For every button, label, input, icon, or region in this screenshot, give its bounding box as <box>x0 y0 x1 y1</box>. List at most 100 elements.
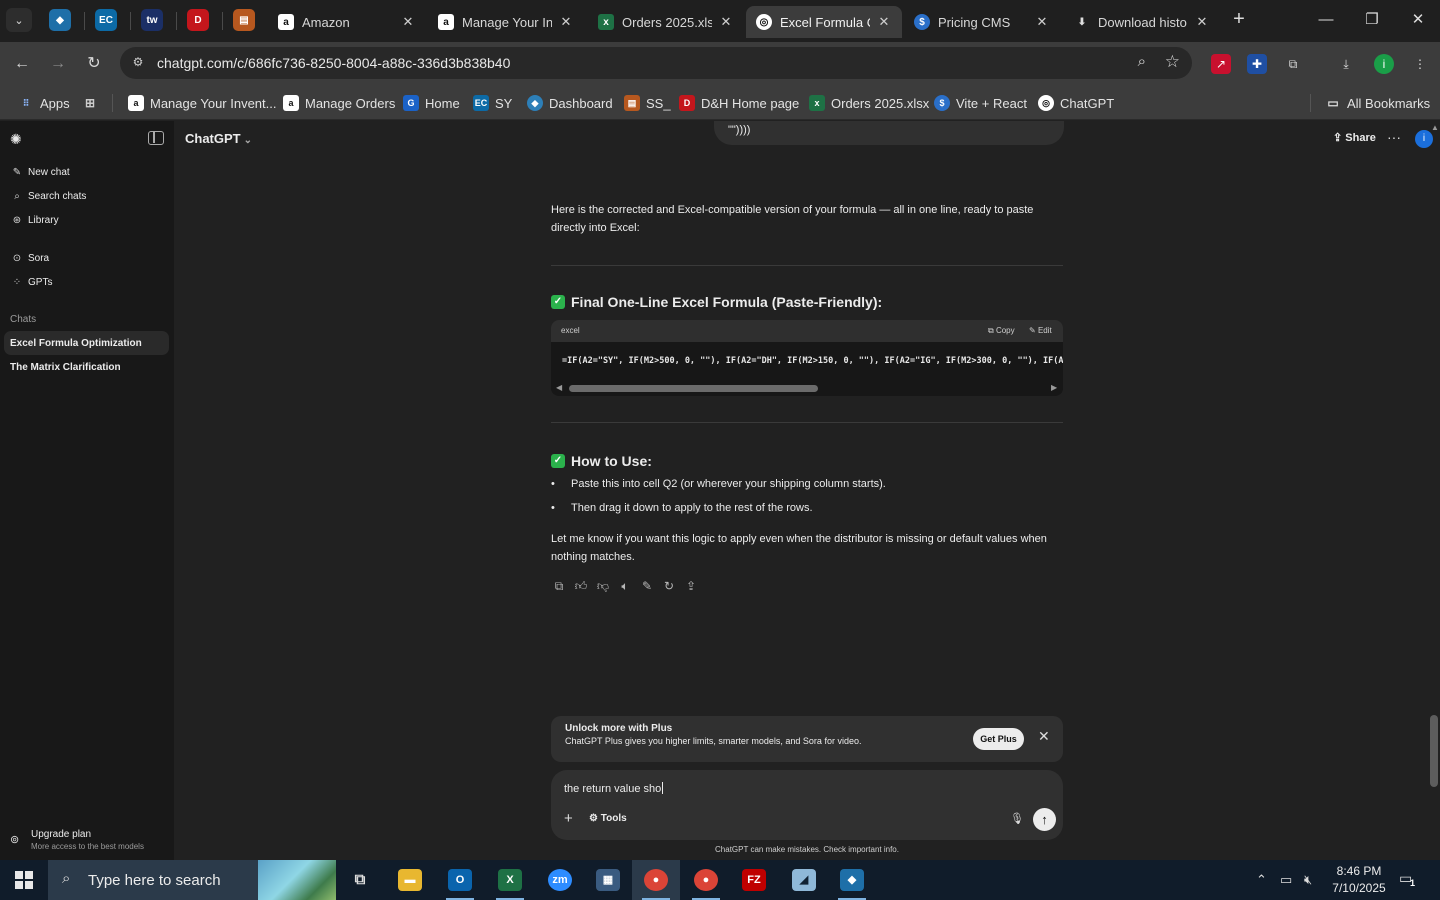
send-button[interactable]: ↑ <box>1033 808 1056 831</box>
regenerate-icon[interactable]: ↻ <box>662 579 676 594</box>
bookmark-star-icon[interactable]: ☆ <box>1165 52 1180 72</box>
avatar[interactable]: i <box>1415 130 1433 148</box>
tab-download-history[interactable]: ⬇ Download histo ✕ <box>1064 6 1220 38</box>
site-info-icon[interactable]: ⚙ <box>130 55 146 71</box>
back-button[interactable]: ← <box>8 50 36 78</box>
all-bookmarks[interactable]: ▭ All Bookmarks <box>1325 93 1430 113</box>
close-icon[interactable]: ✕ <box>400 14 416 30</box>
taskbar-outlook[interactable]: O <box>436 860 484 900</box>
bookmark-dashboard[interactable]: ◆ Dashboard <box>527 93 613 113</box>
bookmark-chatgpt[interactable]: ◎ ChatGPT <box>1038 93 1114 113</box>
tab-pricing-cms[interactable]: $ Pricing CMS ✕ <box>904 6 1060 38</box>
extension-acrobat-icon[interactable]: ↗ <box>1211 54 1231 74</box>
network-icon[interactable]: ▭ <box>1280 872 1292 888</box>
thumbs-up-icon[interactable]: 👍︎ <box>574 579 588 594</box>
new-tab-button[interactable]: + <box>1228 9 1250 31</box>
copy-code-button[interactable]: ⧉ Copy <box>988 326 1015 336</box>
tab-search-button[interactable]: ⌄ <box>6 8 32 32</box>
read-aloud-icon[interactable]: 🔈︎ <box>618 579 632 594</box>
prompt-text[interactable]: the return value sho <box>564 783 661 795</box>
show-hidden-icons[interactable]: ⌃ <box>1256 872 1267 888</box>
zoom-icon[interactable]: ⌕ <box>1138 53 1146 70</box>
share-icon[interactable]: ⇪ <box>684 579 698 594</box>
close-icon[interactable]: ✕ <box>718 14 734 30</box>
taskbar-search[interactable]: ⌕ Type here to search <box>48 860 336 900</box>
extensions-puzzle-icon[interactable]: ⧉ <box>1283 54 1303 74</box>
scroll-right-arrow[interactable]: ▶ <box>1051 383 1057 392</box>
task-view-button[interactable]: ⧉ <box>336 860 384 900</box>
url-text[interactable]: chatgpt.com/c/686fc736-8250-8004-a88c-33… <box>157 55 510 71</box>
close-icon[interactable]: ✕ <box>1194 14 1210 30</box>
add-attachment-icon[interactable]: + <box>564 810 573 827</box>
scroll-up-arrow[interactable]: ▲ <box>1431 123 1439 132</box>
tab-manage-inventory[interactable]: a Manage Your In ✕ <box>428 6 584 38</box>
close-window-button[interactable]: ✕ <box>1398 6 1438 34</box>
close-icon[interactable]: ✕ <box>876 14 892 30</box>
bookmark-tab-groups[interactable]: ⊞ <box>82 93 104 113</box>
minimize-button[interactable]: — <box>1306 6 1346 34</box>
extension-icon[interactable]: ✚ <box>1247 54 1267 74</box>
pinned-tab-ecommerce[interactable]: EC <box>95 9 117 31</box>
taskbar-file-explorer[interactable]: ▬ <box>386 860 434 900</box>
edit-canvas-icon[interactable]: ✎ <box>640 579 654 594</box>
tab-excel-formula[interactable]: ◎ Excel Formula O ✕ <box>746 6 902 38</box>
taskbar-excel[interactable]: X <box>486 860 534 900</box>
copy-icon[interactable]: ⧉ <box>552 579 566 594</box>
prompt-input[interactable]: the return value sho <box>564 782 664 795</box>
address-bar[interactable]: ⚙ chatgpt.com/c/686fc736-8250-8004-a88c-… <box>120 47 1192 79</box>
bookmark-vite-react[interactable]: $ Vite + React <box>934 93 1027 113</box>
bookmark-manage-inventory[interactable]: a Manage Your Invent... <box>128 93 276 113</box>
share-button[interactable]: ⇪ Share <box>1333 131 1376 144</box>
volume-muted-icon[interactable]: 🔇︎ <box>1304 872 1312 888</box>
taskbar-app-notes[interactable]: ◢ <box>780 860 828 900</box>
sidebar-toggle-icon[interactable] <box>148 131 164 145</box>
model-picker[interactable]: ChatGPT ⌄ <box>185 131 252 146</box>
bookmark-manage-orders[interactable]: a Manage Orders <box>283 93 395 113</box>
bookmark-ss[interactable]: ▤ SS_ <box>624 93 671 113</box>
code-text[interactable]: =IF(A2="SY", IF(M2>500, 0, ""), IF(A2="D… <box>562 356 1063 366</box>
menu-kebab-icon[interactable]: ⋮ <box>1410 54 1430 74</box>
system-clock[interactable]: 8:46 PM 7/10/2025 <box>1326 863 1392 897</box>
sidebar-item-sora[interactable]: ⊙ Sora <box>10 249 49 267</box>
close-icon[interactable]: ✕ <box>1034 14 1050 30</box>
thumbs-down-icon[interactable]: 👎︎ <box>596 579 610 594</box>
edit-code-button[interactable]: ✎ Edit <box>1029 326 1052 335</box>
more-options-icon[interactable]: ··· <box>1387 129 1401 145</box>
scrollbar-thumb[interactable] <box>1430 715 1438 787</box>
reload-button[interactable]: ↻ <box>80 50 108 78</box>
sidebar-item-gpts[interactable]: ⁘ GPTs <box>10 273 53 291</box>
tab-orders-xlsx[interactable]: x Orders 2025.xlsx ✕ <box>588 6 744 38</box>
forward-button[interactable]: → <box>44 50 72 78</box>
pinned-tab-dh[interactable]: D <box>187 9 209 31</box>
sidebar-item-library[interactable]: ⊛ Library <box>10 211 59 229</box>
restore-button[interactable]: ❐ <box>1352 6 1392 34</box>
taskbar-filezilla[interactable]: FZ <box>730 860 778 900</box>
chat-item-matrix[interactable]: The Matrix Clarification <box>4 355 169 379</box>
horizontal-scroll-thumb[interactable] <box>569 385 818 392</box>
bookmark-dh-home[interactable]: D D&H Home page <box>679 93 799 113</box>
notification-center-icon[interactable]: ▭ 1 <box>1399 870 1417 888</box>
sidebar-item-new-chat[interactable]: ✎ New chat <box>10 163 70 181</box>
bookmark-apps[interactable]: ⠿ Apps <box>18 93 70 113</box>
get-plus-button[interactable]: Get Plus <box>973 728 1024 750</box>
tools-button[interactable]: ⚙ Tools <box>589 813 627 824</box>
microphone-icon[interactable]: 🎙︎ <box>1010 812 1024 825</box>
pinned-tab-1[interactable]: ◆ <box>49 9 71 31</box>
pinned-tab-3[interactable]: tw <box>141 9 163 31</box>
code-horizontal-scrollbar[interactable]: ◀ ▶ <box>551 382 1063 394</box>
chat-item-excel-formula[interactable]: Excel Formula Optimization <box>4 331 169 355</box>
bookmark-orders-xlsx[interactable]: x Orders 2025.xlsx <box>809 93 929 113</box>
downloads-icon[interactable]: ⤓ <box>1336 54 1356 74</box>
taskbar-chrome-2[interactable]: ● <box>682 860 730 900</box>
taskbar-app-diamond[interactable]: ◆ <box>828 860 876 900</box>
bookmark-sy[interactable]: EC SY <box>473 93 512 113</box>
openai-logo-icon[interactable]: ✺ <box>10 131 26 147</box>
tab-amazon[interactable]: a Amazon ✕ <box>268 6 426 38</box>
close-icon[interactable]: ✕ <box>558 14 574 30</box>
taskbar-zoom[interactable]: zm <box>536 860 584 900</box>
windows-start-icon[interactable] <box>15 871 33 889</box>
taskbar-chrome-active[interactable]: ● <box>632 860 680 900</box>
taskbar-calculator[interactable]: ▦ <box>584 860 632 900</box>
sidebar-item-search-chats[interactable]: ⌕ Search chats <box>10 187 86 205</box>
profile-avatar[interactable]: i <box>1374 54 1394 74</box>
